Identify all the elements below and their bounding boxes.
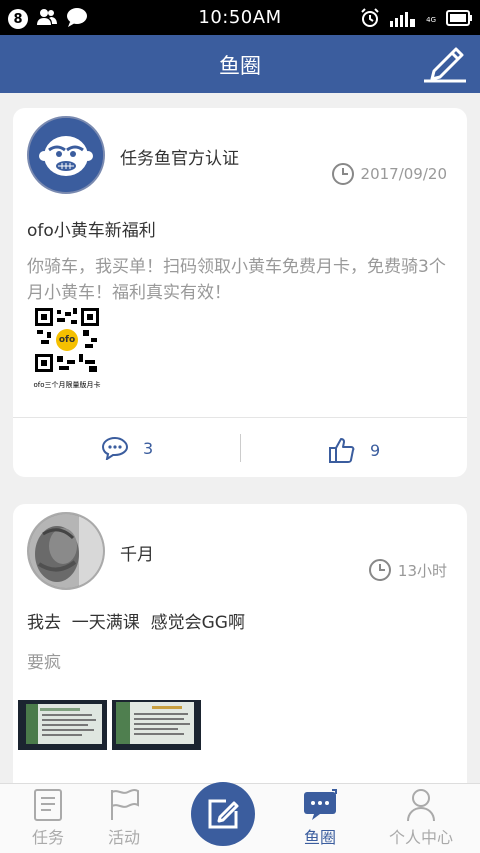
post-images (18, 700, 201, 750)
status-bar-right: 4G (360, 8, 472, 32)
qr-caption: ofo三个月限量版月卡 (33, 381, 101, 389)
post-card[interactable]: 千月 13小时 我去 一天满课 感觉会GG啊 要疯 (13, 504, 467, 783)
post-time-text: 13小时 (397, 561, 447, 580)
avatar[interactable] (27, 116, 105, 194)
action-divider (240, 434, 241, 462)
comment-count: 3 (143, 438, 154, 458)
flag-icon (111, 789, 139, 820)
like-count: 9 (370, 440, 381, 460)
post-title: ofo小黄车新福利 (27, 221, 156, 241)
post-body: 要疯 (27, 653, 61, 673)
feed[interactable]: 任务鱼官方认证 2017/09/20 ofo小黄车新福利 你骑车，我买单！扫码领… (0, 93, 480, 783)
comment-icon (101, 436, 129, 460)
battery-icon (446, 10, 472, 30)
bottom-tab-bar: 任务 活动 鱼圈 个人中心 (0, 782, 480, 853)
fish-mascot-icon (29, 118, 103, 192)
qr-code-image[interactable]: ofo ofo三个月限量版月卡 (27, 308, 107, 390)
clock-icon (331, 163, 354, 185)
post-time: 13小时 (368, 558, 447, 582)
post-time: 2017/09/20 (331, 162, 447, 186)
post-image-thumbnail[interactable] (18, 700, 107, 750)
pencil-icon (424, 47, 466, 83)
status-bar: 8 10:50AM 4G (0, 0, 480, 35)
page-title: 鱼圈 (219, 54, 261, 78)
screen-photo-icon (112, 700, 201, 750)
qr-logo-text: ofo (58, 335, 76, 345)
post-image-thumbnail[interactable] (112, 700, 201, 750)
edit-button[interactable] (420, 45, 468, 83)
screen-photo-icon (18, 700, 107, 750)
network-label: 4G (426, 16, 436, 24)
post-card[interactable]: 任务鱼官方认证 2017/09/20 ofo小黄车新福利 你骑车，我买单！扫码领… (13, 108, 467, 477)
user-icon (407, 789, 435, 822)
clock-icon (368, 559, 391, 581)
tab-profile[interactable]: 个人中心 (373, 784, 469, 853)
tab-label: 鱼圈 (303, 828, 336, 847)
tab-label: 活动 (107, 828, 140, 847)
post-time-text: 2017/09/20 (360, 165, 447, 183)
alarm-icon (360, 8, 380, 32)
like-button[interactable]: 9 (328, 436, 380, 464)
tab-activity[interactable]: 活动 (76, 784, 172, 853)
post-body: 你骑车，我买单！扫码领取小黄车免费月卡，免费骑3个月小黄车！福利真实有效！ (27, 257, 446, 303)
post-actions: 3 9 (13, 417, 467, 477)
username[interactable]: 千月 (120, 540, 154, 565)
compose-icon (208, 799, 239, 829)
chat-icon (304, 789, 337, 820)
signal-icon (390, 9, 416, 31)
user-photo-icon (29, 514, 103, 588)
app-header: 鱼圈 (0, 35, 480, 93)
task-icon (34, 789, 62, 821)
thumbs-up-icon (329, 438, 355, 463)
comment-button[interactable]: 3 (101, 436, 153, 460)
post-title: 我去 一天满课 感觉会GG啊 (27, 613, 245, 633)
tab-fish-circle[interactable]: 鱼圈 (272, 784, 368, 853)
compose-button[interactable] (191, 782, 255, 846)
tab-label: 个人中心 (388, 828, 453, 847)
username[interactable]: 任务鱼官方认证 (120, 144, 239, 169)
avatar[interactable] (27, 512, 105, 590)
